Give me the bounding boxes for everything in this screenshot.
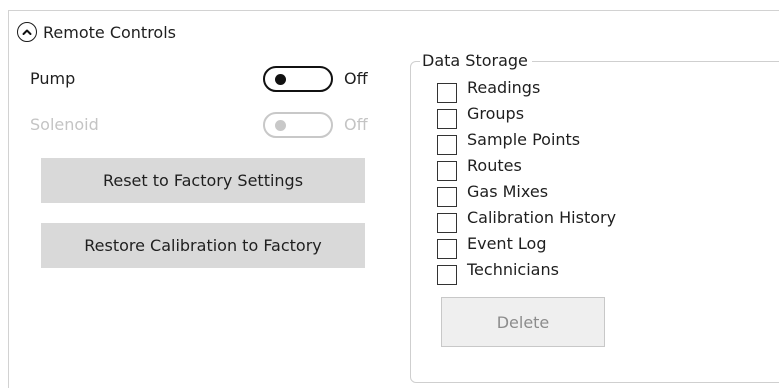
checkbox-routes[interactable]: Routes — [437, 157, 757, 181]
pump-state: Off — [344, 69, 368, 88]
checkbox-box[interactable] — [437, 187, 457, 207]
checkbox-box[interactable] — [437, 83, 457, 103]
checkbox-label: Groups — [467, 104, 525, 123]
checkbox-label: Calibration History — [467, 208, 617, 227]
checkbox-label: Routes — [467, 156, 522, 175]
checkbox-label: Sample Points — [467, 130, 581, 149]
toggle-knob — [275, 120, 286, 131]
checkbox-box[interactable] — [437, 135, 457, 155]
panel-top-border — [8, 10, 779, 11]
checkbox-label: Gas Mixes — [467, 182, 549, 201]
solenoid-label: Solenoid — [30, 115, 99, 134]
reset-factory-settings-button[interactable]: Reset to Factory Settings — [41, 158, 365, 203]
solenoid-toggle-row: Solenoid Off — [30, 112, 380, 138]
checkbox-box[interactable] — [437, 161, 457, 181]
pump-toggle[interactable] — [263, 66, 333, 92]
checkbox-box[interactable] — [437, 213, 457, 233]
remote-controls-header[interactable]: Remote Controls — [17, 20, 176, 44]
data-storage-title: Data Storage — [420, 51, 532, 70]
pump-toggle-row: Pump Off — [30, 66, 380, 92]
panel-left-border — [8, 10, 9, 388]
checkbox-box[interactable] — [437, 109, 457, 129]
pump-label: Pump — [30, 69, 76, 88]
checkbox-event-log[interactable]: Event Log — [437, 235, 757, 259]
toggle-knob — [275, 74, 286, 85]
checkbox-technicians[interactable]: Technicians — [437, 261, 757, 285]
checkbox-sample-points[interactable]: Sample Points — [437, 131, 757, 155]
checkbox-groups[interactable]: Groups — [437, 105, 757, 129]
restore-calibration-button[interactable]: Restore Calibration to Factory — [41, 223, 365, 268]
checkbox-calibration-history[interactable]: Calibration History — [437, 209, 757, 233]
delete-button[interactable]: Delete — [441, 297, 605, 347]
chevron-up-icon[interactable] — [17, 22, 37, 42]
checkbox-label: Event Log — [467, 234, 547, 253]
solenoid-state: Off — [344, 115, 368, 134]
solenoid-toggle — [263, 112, 333, 138]
checkbox-readings[interactable]: Readings — [437, 79, 757, 103]
section-title: Remote Controls — [43, 22, 176, 42]
checkbox-label: Technicians — [467, 260, 559, 279]
checkbox-box[interactable] — [437, 265, 457, 285]
checkbox-box[interactable] — [437, 239, 457, 259]
checkbox-label: Readings — [467, 78, 541, 97]
checkbox-gas-mixes[interactable]: Gas Mixes — [437, 183, 757, 207]
